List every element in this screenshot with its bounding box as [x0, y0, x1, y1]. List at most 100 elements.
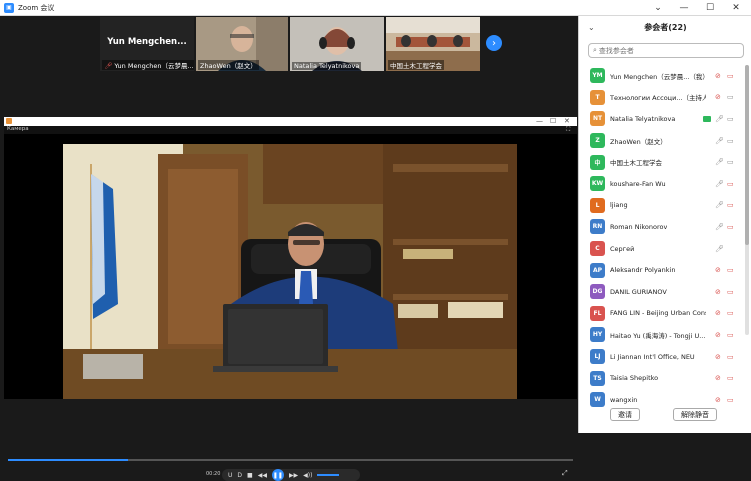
avatar: YM — [590, 68, 605, 84]
thumbnail-natalia[interactable]: Natalia Telyatnikova — [290, 17, 384, 71]
player-minimize-button[interactable]: — — [536, 117, 543, 125]
participant-name: Taisia Shepitko — [610, 374, 659, 383]
maximize-button[interactable]: ☐ — [697, 0, 723, 16]
forward-button[interactable]: ▶▶ — [289, 472, 298, 479]
camera-off-icon[interactable]: ▭ — [727, 396, 734, 404]
participant-search[interactable]: ⌕ — [588, 43, 744, 58]
avatar: FL — [590, 305, 605, 321]
mic-muted-icon[interactable]: ⊘ — [715, 93, 721, 101]
mark-out-button[interactable]: D — [237, 472, 242, 479]
mic-icon[interactable]: 🎤︎ — [715, 158, 724, 166]
participant-name: Haitao Yu (禹海涛) - Tongji U... — [610, 331, 706, 340]
avatar: TS — [590, 370, 605, 386]
mark-in-button[interactable]: U — [228, 472, 232, 479]
mic-muted-icon: 🎤︎ — [104, 62, 115, 70]
camera-icon[interactable]: ▭ — [727, 137, 734, 145]
camera-icon[interactable]: ▭ — [727, 115, 734, 123]
stop-button[interactable]: ■ — [247, 472, 253, 479]
mic-muted-icon[interactable]: ⊘ — [715, 331, 721, 339]
camera-off-icon[interactable]: ▭ — [727, 72, 734, 80]
invite-button[interactable]: 邀请 — [610, 408, 640, 421]
participant-row[interactable]: Wwangxin ⊘ ▭ — [579, 389, 744, 411]
rewind-button[interactable]: ◀◀ — [258, 472, 267, 479]
participant-row[interactable]: 中中国土木工程学会 🎤︎ ▭ — [579, 151, 744, 173]
participant-row[interactable]: DG DANIL GURIANOV ⊘ ▭ — [579, 281, 744, 303]
participant-row[interactable]: AP Aleksandr Polyankin ⊘ ▭ — [579, 259, 744, 281]
exit-fullscreen-icon[interactable]: ⤢ — [562, 469, 568, 478]
camera-off-icon[interactable]: ▭ — [727, 223, 734, 231]
avatar: C — [590, 241, 605, 257]
participant-name: Roman Nikonorov — [610, 222, 668, 231]
avatar: T — [590, 89, 605, 105]
mic-icon[interactable]: 🎤︎ — [715, 137, 724, 145]
video-thumbnail-strip: Yun Mengchen... 🎤︎ Yun Mengchen（云梦晨... Z… — [100, 17, 483, 71]
mic-muted-icon[interactable]: ⊘ — [715, 266, 721, 274]
mic-icon[interactable]: 🎤︎ — [715, 201, 724, 209]
participant-row[interactable]: Z ZhaoWen（赵文） 🎤︎ ▭ — [579, 130, 744, 152]
mic-muted-icon[interactable]: ⊘ — [715, 72, 721, 80]
participant-row[interactable]: LJ Li Jiannan Int'l Office, NEU ⊘ ▭ — [579, 346, 744, 368]
mic-muted-icon[interactable]: ⊘ — [715, 374, 721, 382]
camera-off-icon[interactable]: ▭ — [727, 309, 734, 317]
mic-icon[interactable]: 🎤︎ — [715, 180, 724, 188]
player-app-icon — [6, 118, 12, 124]
camera-off-icon[interactable]: ▭ — [727, 180, 734, 188]
camera-off-icon[interactable]: ▭ — [727, 266, 734, 274]
camera-icon[interactable]: ▭ — [727, 158, 734, 166]
mic-muted-icon[interactable]: ⊘ — [715, 353, 721, 361]
pause-button[interactable]: ❚❚ — [271, 469, 284, 481]
participant-name: 中国土木工程学会 — [610, 159, 662, 168]
participant-row[interactable]: T Технологии Ассоци...（主持人） ⊘ ▭ — [579, 87, 744, 109]
next-page-button[interactable]: › — [486, 35, 502, 51]
mic-icon[interactable]: 🎤︎ — [715, 245, 724, 253]
player-close-button[interactable]: ✕ — [564, 117, 570, 125]
participant-name: Aleksandr Polyankin — [610, 266, 676, 275]
camera-off-icon[interactable]: ▭ — [727, 374, 734, 382]
participant-name: koushare-Fan Wu — [610, 179, 666, 188]
panel-title: 参会者(22) — [644, 23, 687, 32]
close-button[interactable]: ✕ — [723, 0, 749, 16]
volume-icon[interactable]: ◀)) — [303, 472, 312, 479]
mic-icon[interactable]: 🎤︎ — [715, 223, 724, 231]
camera-icon[interactable]: ▭ — [727, 93, 734, 101]
minimize-button[interactable]: — — [671, 0, 697, 16]
collapse-icon[interactable]: ⌄ — [645, 0, 671, 16]
thumbnail-ccsce[interactable]: 中国土木工程学会 — [386, 17, 480, 71]
thumbnail-name: 🎤︎ Yun Mengchen（云梦晨... — [102, 60, 194, 70]
video-timeline-slider[interactable] — [8, 459, 573, 461]
search-input[interactable] — [598, 46, 729, 55]
thumbnail-yun-mengchen[interactable]: Yun Mengchen... 🎤︎ Yun Mengchen（云梦晨... — [100, 17, 194, 71]
participant-row[interactable]: TS Taisia Shepitko ⊘ ▭ — [579, 367, 744, 389]
camera-off-icon[interactable]: ▭ — [727, 353, 734, 361]
participant-row[interactable]: FL FANG LIN - Beijing Urban Cons... ⊘ ▭ — [579, 303, 744, 325]
participant-name: Технологии Ассоци...（主持人） — [610, 94, 706, 103]
participant-list-scrollbar[interactable] — [745, 65, 749, 335]
mic-icon[interactable]: 🎤︎ — [715, 115, 724, 123]
camera-off-icon[interactable]: ▭ — [727, 201, 734, 209]
mic-muted-icon[interactable]: ⊘ — [715, 309, 721, 317]
participant-row[interactable]: Lljiang 🎤︎ ▭ — [579, 195, 744, 217]
camera-off-icon[interactable]: ▭ — [727, 331, 734, 339]
thumbnail-zhaowen[interactable]: ZhaoWen（赵文） — [196, 17, 288, 71]
thumbnail-name: 中国土木工程学会 — [388, 60, 444, 70]
player-titlebar: — ☐ ✕ — [4, 117, 577, 126]
unmute-button[interactable]: 解除静音 — [673, 408, 717, 421]
player-maximize-button[interactable]: ☐ — [550, 117, 556, 125]
scrollbar-thumb[interactable] — [745, 65, 749, 245]
player-controls: U D ■ ◀◀ ❚❚ ▶▶ ◀)) — [222, 469, 360, 481]
thumbnail-name: ZhaoWen（赵文） — [198, 60, 259, 70]
volume-slider[interactable] — [317, 474, 340, 476]
participant-row[interactable]: NT Natalia Telyatnikova 🎤︎ ▭ — [579, 108, 744, 130]
fullscreen-icon[interactable]: ⛶ — [566, 126, 570, 134]
participant-row[interactable]: KW koushare-Fan Wu 🎤︎ ▭ — [579, 173, 744, 195]
participant-row[interactable]: RN Roman Nikonorov 🎤︎ ▭ — [579, 216, 744, 238]
participant-row[interactable]: C Сергей 🎤︎ — [579, 238, 744, 260]
timeline-progress — [8, 459, 128, 461]
video-frame — [63, 144, 517, 399]
participant-row[interactable]: HY Haitao Yu (禹海涛) - Tongji U... ⊘ ▭ — [579, 324, 744, 346]
participant-row[interactable]: YM Yun Mengchen（云梦晨...（我） ⊘ ▭ — [579, 65, 744, 87]
meeting-area: Yun Mengchen... 🎤︎ Yun Mengchen（云梦晨... Z… — [0, 16, 578, 481]
mic-muted-icon[interactable]: ⊘ — [715, 396, 721, 404]
mic-muted-icon[interactable]: ⊘ — [715, 288, 721, 296]
camera-off-icon[interactable]: ▭ — [727, 288, 734, 296]
